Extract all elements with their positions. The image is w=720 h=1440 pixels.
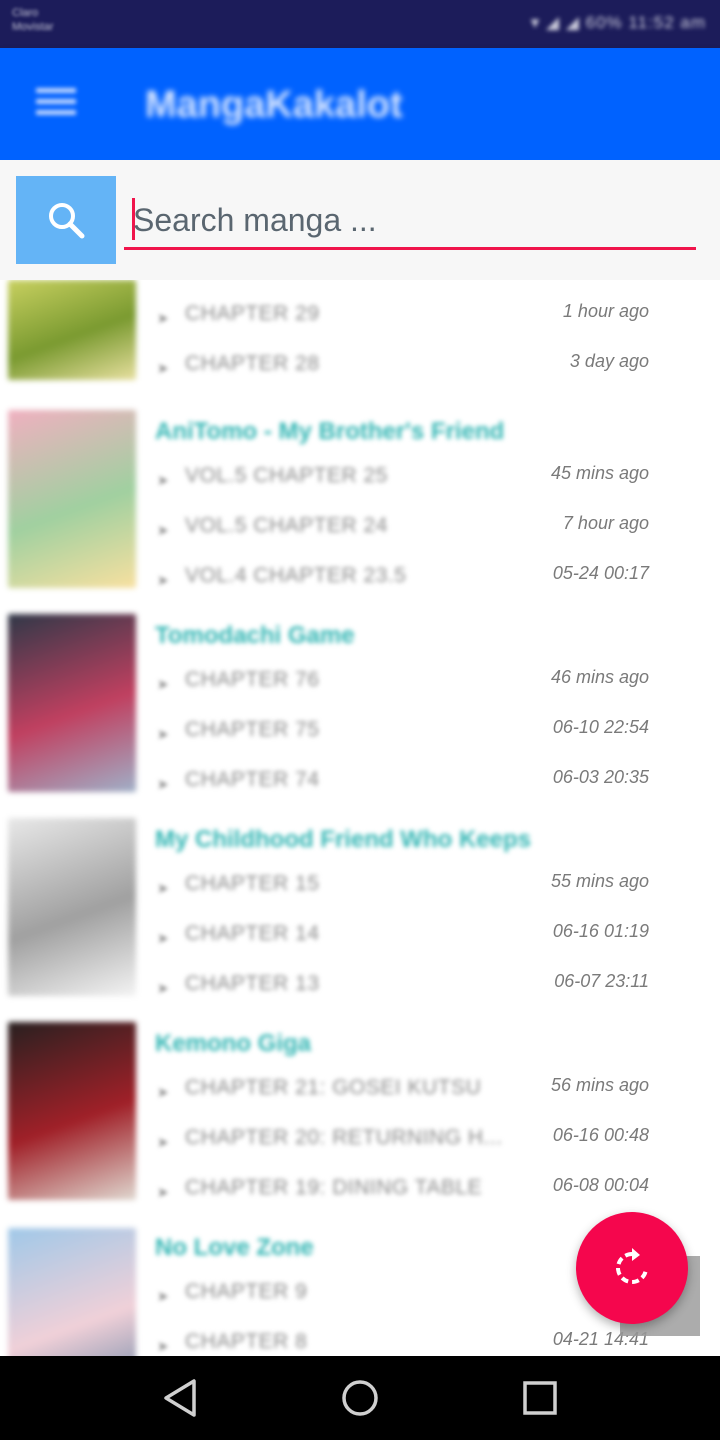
chapter-arrow-icon: ➤ [157,930,169,946]
search-button[interactable] [16,176,116,264]
carrier-name: Claro [12,7,39,19]
chapter-row[interactable]: ➤ CHAPTER 15 55 mins ago [0,860,720,910]
manga-item[interactable]: AniTomo - My Brother's Friend ➤ VOL.5 CH… [0,408,720,608]
manga-item[interactable]: My Childhood Friend Who Keeps ... ➤ CHAP… [0,816,720,1016]
manga-title[interactable]: My Childhood Friend Who Keeps ... [155,826,535,854]
chapter-time: 06-10 22:54 [552,717,649,737]
chapter-time: 05-24 00:17 [552,563,649,583]
search-input[interactable] [133,196,683,244]
manga-title[interactable]: AniTomo - My Brother's Friend [155,418,535,446]
refresh-icon [616,1248,648,1284]
chapter-arrow-icon: ➤ [157,880,169,896]
chapter-name: VOL.5 CHAPTER 24 [185,514,388,537]
chapter-time: 45 mins ago [550,463,649,483]
status-indicators: ▾ ◢ ◢ 60% 11:52 am [530,13,706,32]
chapter-row[interactable]: ➤ CHAPTER 76 46 mins ago [0,656,720,706]
nav-home-button[interactable] [336,1374,384,1422]
system-nav-bar [0,1356,720,1440]
manga-title[interactable]: Kemono Giga [155,1030,535,1058]
chapter-arrow-icon: ➤ [157,472,169,488]
chapter-arrow-icon: ➤ [157,676,169,692]
home-circle-icon [342,1380,378,1416]
carrier-name-secondary: Movistar [12,21,54,33]
manga-title[interactable]: No Love Zone [155,1234,535,1262]
chapter-arrow-icon: ➤ [157,1288,169,1304]
chapter-row[interactable]: ➤ VOL.4 CHAPTER 23.5 05-24 00:17 [0,552,720,602]
chapter-row[interactable]: ➤ CHAPTER 29 1 hour ago [0,290,720,340]
chapter-arrow-icon: ➤ [157,726,169,742]
nav-back-button[interactable] [156,1374,204,1422]
chapter-name: VOL.5 CHAPTER 25 [185,464,388,487]
chapter-arrow-icon: ➤ [157,522,169,538]
chapter-row[interactable]: ➤ VOL.5 CHAPTER 24 7 hour ago [0,502,720,552]
chapter-row[interactable]: ➤ VOL.5 CHAPTER 25 45 mins ago [0,452,720,502]
chapter-row[interactable]: ➤ CHAPTER 19: DINING TABLE 06-08 00:04 [0,1164,720,1214]
chapter-name: CHAPTER 76 [185,668,320,691]
chapter-name: CHAPTER 14 [185,922,320,945]
chapter-name: VOL.4 CHAPTER 23.5 [185,564,407,587]
chapter-time: 46 mins ago [550,667,649,687]
chapter-time: 3 day ago [569,351,649,371]
manga-list[interactable]: ➤ CHAPTER 29 1 hour ago ➤ CHAPTER 28 3 d… [0,280,720,1356]
app-bar: MangaKakalot [0,48,720,160]
manga-item[interactable]: ➤ CHAPTER 29 1 hour ago ➤ CHAPTER 28 3 d… [0,280,720,390]
chapter-time: 55 mins ago [550,871,649,891]
chapter-arrow-icon: ➤ [157,1084,169,1100]
chapter-name: CHAPTER 29 [185,302,320,325]
chapter-row[interactable]: ➤ CHAPTER 20: RETURNING H... 06-16 00:48 [0,1114,720,1164]
chapter-name: CHAPTER 74 [185,768,320,791]
chapter-name: CHAPTER 15 [185,872,320,895]
chapter-arrow-icon: ➤ [157,1134,169,1150]
chapter-arrow-icon: ➤ [157,1338,169,1354]
chapter-time: 06-16 00:48 [552,1125,649,1145]
search-icon [49,203,85,239]
status-bar: Claro Movistar ▾ ◢ ◢ 60% 11:52 am [0,0,720,48]
chapter-name: CHAPTER 20: RETURNING H... [185,1126,503,1149]
chapter-row[interactable]: ➤ CHAPTER 75 06-10 22:54 [0,706,720,756]
chapter-name: CHAPTER 21: GOSEI KUTSU [185,1076,482,1099]
manga-title[interactable]: Tomodachi Game [155,622,535,650]
chapter-arrow-icon: ➤ [157,1184,169,1200]
chapter-name: CHAPTER 13 [185,972,320,995]
chapter-arrow-icon: ➤ [157,572,169,588]
refresh-button[interactable] [576,1212,688,1324]
search-bar [0,160,720,280]
chapter-name: CHAPTER 75 [185,718,320,741]
chapter-row[interactable]: ➤ CHAPTER 28 3 day ago [0,340,720,390]
chapter-time: 06-08 00:04 [552,1175,649,1195]
chapter-name: CHAPTER 9 [185,1280,308,1303]
chapter-time: 7 hour ago [562,513,649,533]
chapter-time: 06-16 01:19 [552,921,649,941]
chapter-row[interactable]: ➤ CHAPTER 13 06-07 23:11 [0,960,720,1010]
chapter-time: 06-03 20:35 [552,767,649,787]
nav-recents-button[interactable] [516,1374,564,1422]
chapter-name: CHAPTER 8 [185,1330,308,1353]
back-triangle-icon [164,1379,196,1417]
chapter-name: CHAPTER 28 [185,352,320,375]
manga-item[interactable]: Tomodachi Game ➤ CHAPTER 76 46 mins ago … [0,612,720,812]
chapter-arrow-icon: ➤ [157,776,169,792]
chapter-name: CHAPTER 19: DINING TABLE [185,1176,483,1199]
chapter-time: 06-07 23:11 [554,971,649,991]
chapter-arrow-icon: ➤ [157,360,169,376]
chapter-row[interactable]: ➤ CHAPTER 74 06-03 20:35 [0,756,720,806]
chapter-time: 1 hour ago [562,301,649,321]
chapter-row[interactable]: ➤ CHAPTER 21: GOSEI KUTSU 56 mins ago [0,1064,720,1114]
chapter-row[interactable]: ➤ CHAPTER 8 04-21 14:41 [0,1318,720,1356]
chapter-arrow-icon: ➤ [157,980,169,996]
manga-item[interactable]: Kemono Giga ➤ CHAPTER 21: GOSEI KUTSU 56… [0,1020,720,1220]
chapter-row[interactable]: ➤ CHAPTER 14 06-16 01:19 [0,910,720,960]
hamburger-menu-icon[interactable] [36,88,76,118]
recents-square-icon [523,1381,557,1415]
carrier-info: Claro Movistar [12,6,54,34]
search-field[interactable] [124,196,696,250]
app-title: MangaKakalot [145,84,403,126]
chapter-time: 56 mins ago [550,1075,649,1095]
chapter-arrow-icon: ➤ [157,310,169,326]
